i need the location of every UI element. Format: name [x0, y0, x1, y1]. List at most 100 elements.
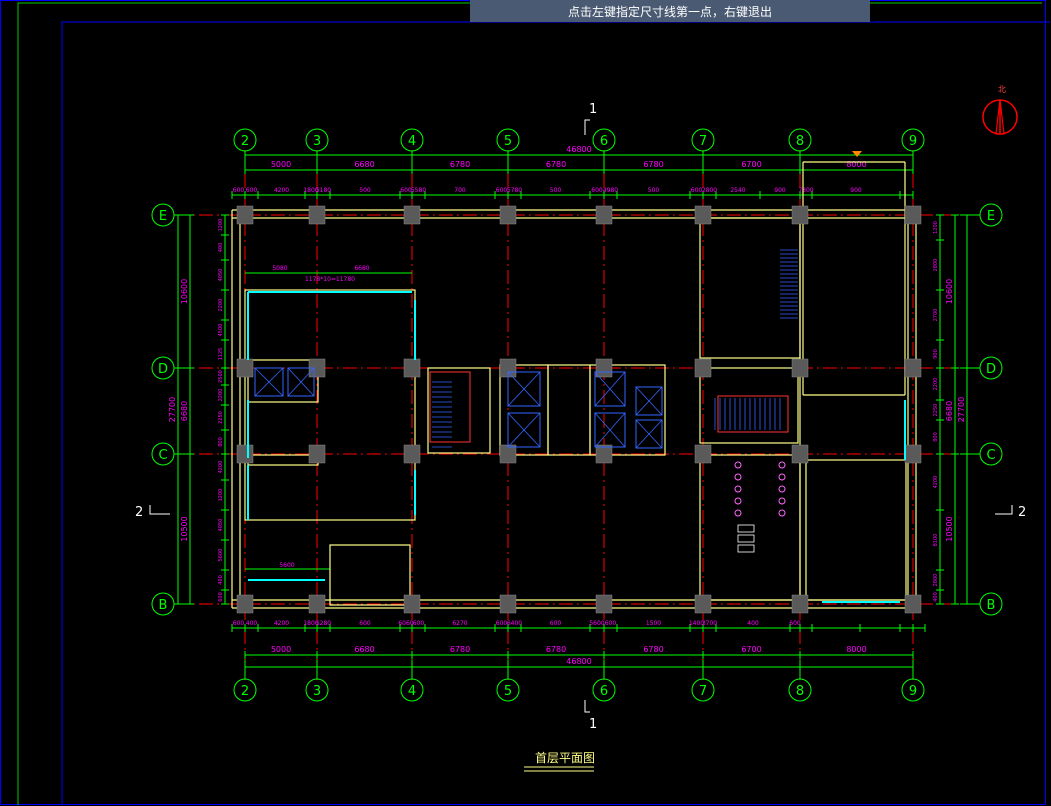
dim-top-sub-text: 500	[550, 187, 562, 194]
dim-bottom-spans-text: 5000	[271, 645, 291, 654]
dim-bottom-sub-text: 6400	[507, 620, 522, 627]
dim-left-sub-text: 800	[218, 437, 224, 447]
section2-label-left: 2	[135, 505, 143, 520]
stair-handrail-2	[717, 395, 789, 433]
dim-top-spans-text: 8000	[846, 160, 866, 169]
axis-label-row-C: C	[986, 448, 995, 463]
dim-right-sub-text: 4200	[933, 476, 939, 489]
column-26	[791, 444, 809, 464]
dim-right-sub-text: 2800	[933, 259, 939, 272]
section-marker-top: 1	[584, 102, 597, 135]
dim-left-sub-text: 5600	[218, 549, 224, 562]
command-prompt-bar: 点击左键指定尺寸线第一点，右键退出	[470, 0, 870, 22]
axis-label-col-9: 9	[909, 134, 917, 149]
dim-left-text: 6680	[180, 401, 189, 421]
dim-top-sub-text: 900	[850, 187, 862, 194]
column-1	[236, 358, 254, 378]
axis-label-col-3: 3	[313, 134, 321, 149]
dim-left-sub-text: 1200	[218, 219, 224, 232]
wall-elevator-core-1	[499, 364, 549, 456]
dim-top-sub-text: 4200	[274, 187, 289, 194]
dim-room-width1: 5080	[272, 265, 287, 272]
walls	[231, 161, 917, 609]
dim-left-sub-text: 400	[218, 575, 224, 585]
column-17	[595, 358, 613, 378]
dim-right-total-text: 27700	[957, 397, 966, 422]
dim-bottom-sub-text: 6270	[452, 620, 467, 627]
sink-fixture	[737, 524, 755, 533]
dim-room-note: 1178*10=11780	[305, 276, 355, 283]
column-14	[499, 444, 517, 464]
column-24	[791, 205, 809, 225]
axis-label-col-8: 8	[796, 134, 804, 149]
toilet-fixture	[778, 473, 786, 481]
dim-left-sub-text: 2200	[218, 389, 224, 402]
wall-room-small	[329, 544, 411, 606]
column-16	[595, 205, 613, 225]
dim-right-sub-text: 8100	[933, 534, 939, 547]
dim-right-sub-text: 2700	[933, 309, 939, 322]
axis-label-row-E: E	[987, 209, 995, 224]
toilet-fixture	[778, 485, 786, 493]
section-label-bottom: 1	[589, 717, 597, 732]
dim-bottom-sub-text: 600	[233, 620, 245, 627]
dim-top-spans-text: 6780	[643, 160, 663, 169]
column-4	[308, 205, 326, 225]
dim-left-sub-text: 1125	[218, 348, 224, 361]
dim-top-sub-text: 5180	[316, 187, 331, 194]
dim-bottom-sub-text: 600	[550, 620, 562, 627]
axis-label-col-9: 9	[909, 684, 917, 699]
dimension-lines: 468005000 6680 6780 6780 6780 6700 8000600 600 4…	[168, 145, 971, 671]
dim-bottom-sub-text: 400	[747, 620, 759, 627]
dim-bottom-sub-text: 1500	[646, 620, 661, 627]
axis-label-row-D: D	[986, 362, 996, 377]
dim-right-text: 10500	[945, 516, 954, 541]
section2-label-right: 2	[1018, 505, 1026, 520]
wall-shaft-core	[547, 364, 591, 456]
dim-bottom-sub-text: 400	[246, 620, 258, 627]
column-12	[499, 205, 517, 225]
cad-drawing-canvas[interactable]: 468005000 6680 6780 6780 6780 6700 8000600 600 4…	[0, 0, 1051, 806]
dim-right-sub-text: 2250	[933, 404, 939, 417]
column-6	[308, 444, 326, 464]
section-label-top: 1	[589, 102, 597, 117]
dim-bottom-spans-text: 6700	[741, 645, 761, 654]
dim-top-sub-text: 5780	[507, 187, 522, 194]
dim-left-sub-text: 600	[218, 592, 224, 602]
toilet-fixture	[734, 473, 742, 481]
dim-room-width2: 6680	[354, 265, 369, 272]
dim-bottom-spans-text: 6780	[546, 645, 566, 654]
dim-top-spans-text: 6780	[546, 160, 566, 169]
column-30	[904, 444, 922, 464]
axis-label-col-2: 2	[241, 684, 249, 699]
axis-label-col-4: 4	[408, 134, 416, 149]
dim-left-sub-text: 4050	[218, 269, 224, 282]
dim-left-sub-text: 2500	[218, 370, 224, 383]
dim-top-sub-text: 700	[454, 187, 466, 194]
column-11	[403, 594, 421, 614]
column-23	[694, 594, 712, 614]
dim-bottom-spans-text: 6680	[354, 645, 374, 654]
dim-top-sub-text: 900	[774, 187, 786, 194]
elevation-marker-icon	[852, 151, 862, 157]
column-25	[791, 358, 809, 378]
section-marker-bottom: 1	[584, 700, 597, 732]
column-2	[236, 444, 254, 464]
wall-corridor-left	[247, 454, 319, 466]
column-28	[904, 205, 922, 225]
dim-top-sub-text: 5580	[411, 187, 426, 194]
dim-left-sub-text: 400	[218, 243, 224, 253]
column-18	[595, 444, 613, 464]
wall-room-right-stair	[699, 217, 801, 359]
axis-label-col-8: 8	[796, 684, 804, 699]
axis-label-col-6: 6	[600, 134, 608, 149]
toilet-fixture	[778, 497, 786, 505]
dim-bottom-sub-text: 3700	[702, 620, 717, 627]
dim-top-sub-text: 7800	[798, 187, 813, 194]
axis-label-row-B: B	[987, 598, 996, 613]
wall-stair-core-1	[427, 367, 491, 454]
dim-left-sub-text: 4200	[218, 461, 224, 474]
dim-bottom-spans-text: 6780	[643, 645, 663, 654]
wall-room-left	[244, 289, 416, 521]
dim-bottom-sub-text: 5600	[589, 620, 604, 627]
